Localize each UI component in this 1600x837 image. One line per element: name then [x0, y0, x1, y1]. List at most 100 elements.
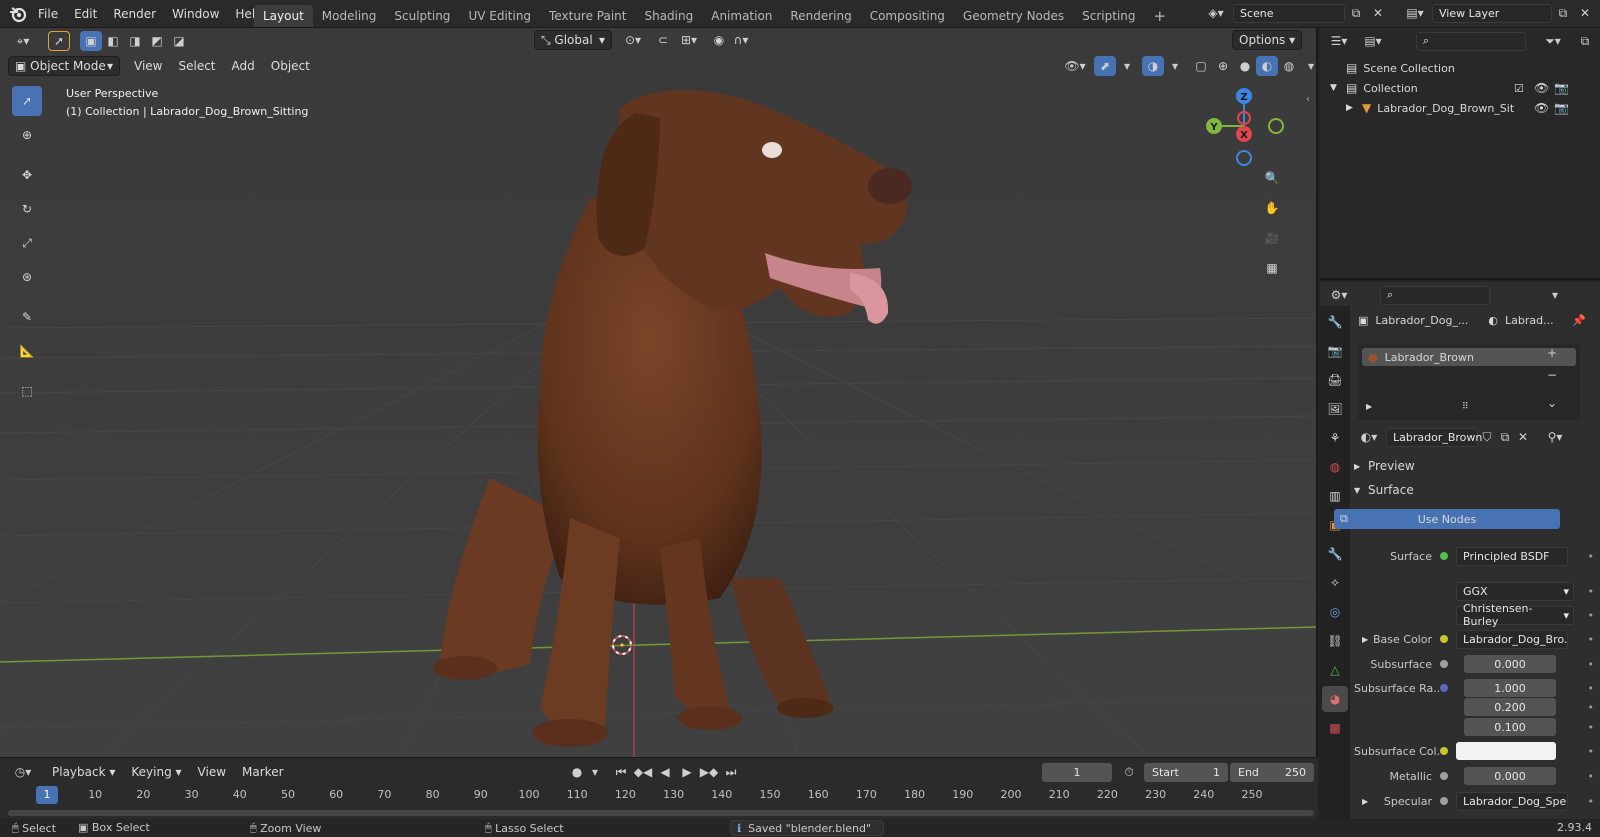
select-mode-extend-icon[interactable]: ◧ — [102, 31, 124, 51]
render-camera-icon[interactable]: 📷 — [1554, 81, 1569, 95]
menu-edit[interactable]: Edit — [66, 3, 105, 25]
node-link-field[interactable]: Labrador_Dog_Bro... — [1456, 629, 1568, 649]
node-link-field[interactable]: Principled BSDF — [1456, 546, 1568, 566]
timeline-menu-keying[interactable]: Keying ▾ — [123, 761, 189, 783]
remove-slot-icon[interactable]: − — [1542, 366, 1562, 384]
navigation-gizmo[interactable]: Z Y X — [1204, 86, 1294, 168]
outliner-search-input[interactable]: ⌕ — [1416, 31, 1526, 51]
falloff-icon[interactable]: ∩▾ — [730, 30, 752, 50]
modifier-tab-icon[interactable]: 🔧 — [1322, 541, 1348, 567]
prev-keyframe-icon[interactable]: ◆◀ — [632, 762, 654, 782]
scene-tab-icon[interactable]: ⚘ — [1322, 425, 1348, 451]
overlays-toggle-icon[interactable]: ◑ — [1142, 56, 1164, 76]
duplicate-material-icon[interactable]: ⧉ — [1496, 427, 1514, 447]
xray-toggle-icon[interactable]: ▢ — [1190, 56, 1212, 76]
tab-rendering[interactable]: Rendering — [781, 5, 860, 27]
mode-dropdown[interactable]: ▣ Object Mode ▾ — [8, 56, 120, 76]
scale-tool-icon[interactable]: ⤢ — [12, 228, 42, 258]
shading-wireframe-icon[interactable]: ⊕ — [1212, 56, 1234, 76]
snap-target-icon[interactable]: ⊞▾ — [674, 30, 704, 50]
expand-arrow-icon[interactable]: ▼ — [1330, 83, 1342, 93]
viewport-menu-view[interactable]: View — [126, 55, 170, 77]
outliner-row-object[interactable]: ▶ ▼ Labrador_Dog_Brown_Sit 👁 📷 — [1346, 98, 1598, 118]
status-report[interactable]: ℹ Saved "blender.blend" — [730, 820, 885, 836]
outliner-row-scene-collection[interactable]: ▤ Scene Collection — [1346, 58, 1596, 78]
tab-texture-paint[interactable]: Texture Paint — [540, 5, 635, 27]
gizmo-dropdown-icon[interactable]: ▾ — [1116, 56, 1138, 76]
visibility-eye-icon[interactable]: 👁 — [1534, 81, 1549, 95]
properties-options-icon[interactable]: ▾ — [1544, 285, 1566, 305]
view-layer-icon[interactable]: ▤▾ — [1404, 3, 1426, 23]
end-frame-field[interactable]: End 250 — [1230, 763, 1314, 782]
frame-ruler[interactable]: 1 10 20 30 40 50 60 70 80 90 100 110 120 130 140 150 160… — [0, 785, 1318, 807]
tab-modeling[interactable]: Modeling — [313, 5, 386, 27]
preview-panel-header[interactable]: ▶ Preview — [1354, 456, 1600, 476]
timeline-menu-playback[interactable]: Playback ▾ — [44, 761, 123, 783]
preview-range-icon[interactable]: ⏱ — [1118, 762, 1140, 782]
shading-rendered-icon[interactable]: ◍ — [1278, 56, 1300, 76]
node-link-field[interactable]: Labrador_Dog_Spe... — [1456, 791, 1568, 811]
shading-solid-icon[interactable]: ● — [1234, 56, 1256, 76]
tab-shading[interactable]: Shading — [635, 5, 702, 27]
select-mode-invert-icon[interactable]: ◩ — [146, 31, 168, 51]
animate-property-icon[interactable]: • — [1588, 550, 1600, 563]
numeric-field[interactable]: 0.000 — [1464, 767, 1556, 785]
socket-dot-icon[interactable] — [1440, 684, 1448, 692]
jump-end-icon[interactable]: ⏭ — [720, 762, 742, 782]
annotate-tool-icon[interactable]: ✎ — [12, 302, 42, 332]
numeric-field[interactable]: 1.000 — [1464, 679, 1556, 697]
pan-hand-icon[interactable]: ✋ — [1259, 196, 1285, 220]
add-slot-icon[interactable]: + — [1542, 344, 1562, 362]
animate-property-icon[interactable]: • — [1588, 609, 1600, 622]
tab-geometry-nodes[interactable]: Geometry Nodes — [954, 5, 1073, 27]
particles-tab-icon[interactable]: ✧ — [1322, 570, 1348, 596]
render-camera-icon[interactable]: 📷 — [1554, 101, 1569, 115]
numeric-field[interactable]: 0.000 — [1464, 655, 1556, 673]
constraints-tab-icon[interactable]: ⛓ — [1322, 628, 1348, 654]
view-layer-tab-icon[interactable]: 🖼 — [1322, 396, 1348, 422]
options-dropdown[interactable]: Options ▾ — [1232, 30, 1303, 50]
transform-tool-icon[interactable]: ⊛ — [12, 262, 42, 292]
exclude-checkbox[interactable]: ☑ — [1514, 82, 1524, 95]
play-reverse-icon[interactable]: ◀ — [654, 762, 676, 782]
timeline-menu-view[interactable]: View — [190, 761, 234, 783]
material-browse-icon[interactable]: ⚲▾ — [1540, 427, 1570, 447]
menu-file[interactable]: File — [30, 3, 66, 25]
animate-property-icon[interactable]: • — [1588, 701, 1600, 714]
editor-type-icon[interactable]: ⌖▾ — [8, 31, 38, 51]
material-tab-icon[interactable]: ◕ — [1322, 686, 1348, 712]
tool-tab-icon[interactable]: 🔧 — [1322, 309, 1348, 335]
delete-view-layer-icon[interactable]: ✕ — [1574, 3, 1596, 23]
slot-specials-icon[interactable]: ⌄ — [1542, 394, 1562, 412]
current-frame-field[interactable]: 1 — [1042, 763, 1112, 782]
output-tab-icon[interactable]: 🖨 — [1322, 367, 1348, 393]
numeric-field[interactable]: 0.200 — [1464, 698, 1556, 716]
unlink-material-icon[interactable]: ✕ — [1514, 427, 1532, 447]
socket-dot-icon[interactable] — [1440, 635, 1448, 643]
timeline-menu-marker[interactable]: Marker — [234, 761, 291, 783]
scene-name-field[interactable]: Scene — [1233, 3, 1345, 23]
rotate-tool-icon[interactable]: ↻ — [12, 194, 42, 224]
dropdown-field[interactable]: Christensen-Burley ▾ — [1456, 602, 1574, 628]
shading-material-icon[interactable]: ◐ — [1256, 56, 1278, 76]
render-tab-icon[interactable]: 📷 — [1322, 338, 1348, 364]
socket-dot-icon[interactable] — [1440, 552, 1448, 560]
expand-arrow-icon[interactable]: ▶ — [1346, 103, 1358, 113]
viewport-menu-select[interactable]: Select — [170, 55, 223, 77]
perspective-toggle-icon[interactable]: ▦ — [1259, 256, 1285, 280]
slot-expand-icon[interactable]: ▶ — [1366, 402, 1372, 411]
properties-editor-type-icon[interactable]: ⚙▾ — [1324, 285, 1354, 305]
viewport-menu-add[interactable]: Add — [224, 55, 263, 77]
animate-property-icon[interactable]: • — [1588, 795, 1600, 808]
material-name-field[interactable]: Labrador_Brown — [1386, 427, 1482, 447]
delete-scene-icon[interactable]: ✕ — [1367, 3, 1389, 23]
collection-tab-icon[interactable]: ▥ — [1322, 483, 1348, 509]
camera-view-icon[interactable]: 🎥 — [1259, 226, 1285, 250]
outliner-row-collection[interactable]: ▼ ▤ Collection ☑ 👁 📷 — [1330, 78, 1598, 98]
numeric-field[interactable]: 0.100 — [1464, 718, 1556, 736]
measure-tool-icon[interactable]: 📐 — [12, 336, 42, 366]
animate-property-icon[interactable]: • — [1588, 682, 1600, 695]
add-workspace-icon[interactable]: + — [1145, 5, 1176, 27]
menu-window[interactable]: Window — [164, 3, 227, 25]
zoom-icon[interactable]: 🔍 — [1259, 166, 1285, 190]
